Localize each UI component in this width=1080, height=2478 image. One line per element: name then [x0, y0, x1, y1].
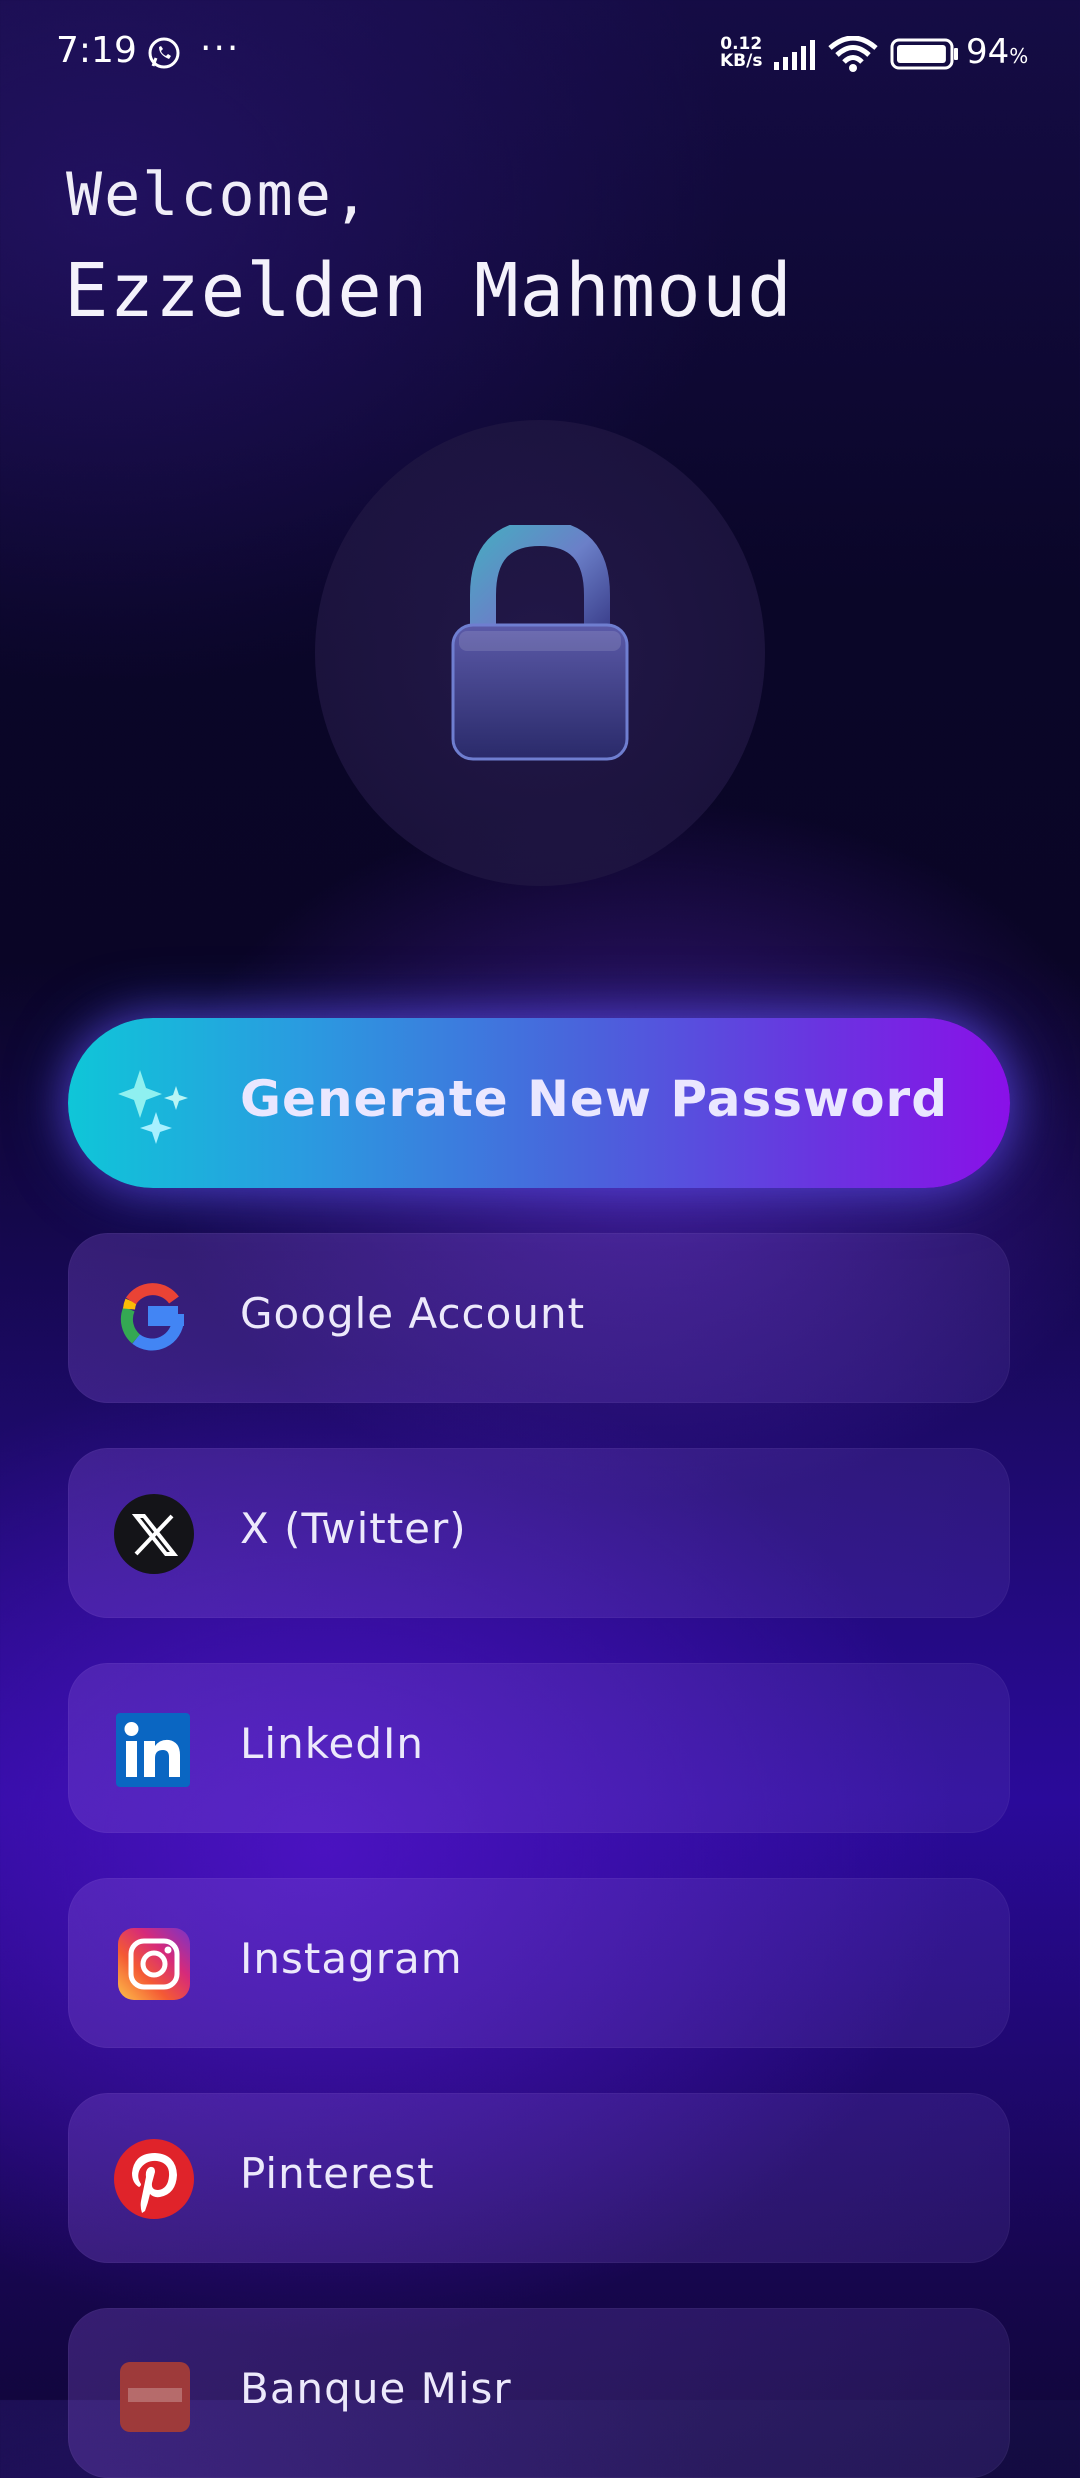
- account-item-banque-misr[interactable]: Banque Misr: [68, 2308, 1010, 2478]
- whatsapp-icon: [148, 37, 180, 69]
- account-item-google[interactable]: Google Account: [68, 1233, 1010, 1403]
- pinterest-icon: [114, 2139, 194, 2219]
- account-label-x-twitter: X (Twitter): [240, 1504, 467, 1553]
- linkedin-icon: [116, 1713, 190, 1787]
- welcome-text: Welcome,: [66, 160, 371, 230]
- account-item-pinterest[interactable]: Pinterest: [68, 2093, 1010, 2263]
- lock-icon: [451, 525, 629, 761]
- more-notifications-icon: ···: [200, 28, 241, 69]
- battery-icon: [890, 38, 958, 70]
- generate-password-button[interactable]: Generate New Password: [68, 1018, 1010, 1188]
- account-label-linkedin: LinkedIn: [240, 1719, 425, 1768]
- x-twitter-icon: [114, 1494, 194, 1574]
- account-label-instagram: Instagram: [240, 1934, 463, 1983]
- google-icon: [120, 1283, 184, 1351]
- generate-password-label: Generate New Password: [240, 1070, 948, 1128]
- account-item-x-twitter[interactable]: X (Twitter): [68, 1448, 1010, 1618]
- banque-misr-icon: [120, 2362, 190, 2432]
- status-bar: 7:19 ··· 0.12 KB/s 94%: [0, 0, 1080, 110]
- battery-percent: 94%: [966, 32, 1028, 72]
- battery-percent-suffix: %: [1009, 44, 1029, 68]
- wifi-icon: [828, 36, 878, 72]
- sparkles-icon: [118, 1070, 188, 1144]
- network-speed-unit: KB/s: [720, 51, 763, 71]
- account-item-instagram[interactable]: Instagram: [68, 1878, 1010, 2048]
- status-time: 7:19: [56, 30, 137, 71]
- user-name: Ezzelden Mahmoud: [64, 248, 793, 334]
- account-item-linkedin[interactable]: LinkedIn: [68, 1663, 1010, 1833]
- network-speed: 0.12 KB/s: [720, 36, 762, 70]
- account-label-pinterest: Pinterest: [240, 2149, 435, 2198]
- account-label-banque-misr: Banque Misr: [240, 2364, 512, 2413]
- instagram-icon: [118, 1928, 190, 2000]
- cellular-signal-icon: [774, 40, 815, 70]
- battery-percent-value: 94: [966, 32, 1010, 72]
- account-label-google: Google Account: [240, 1289, 586, 1338]
